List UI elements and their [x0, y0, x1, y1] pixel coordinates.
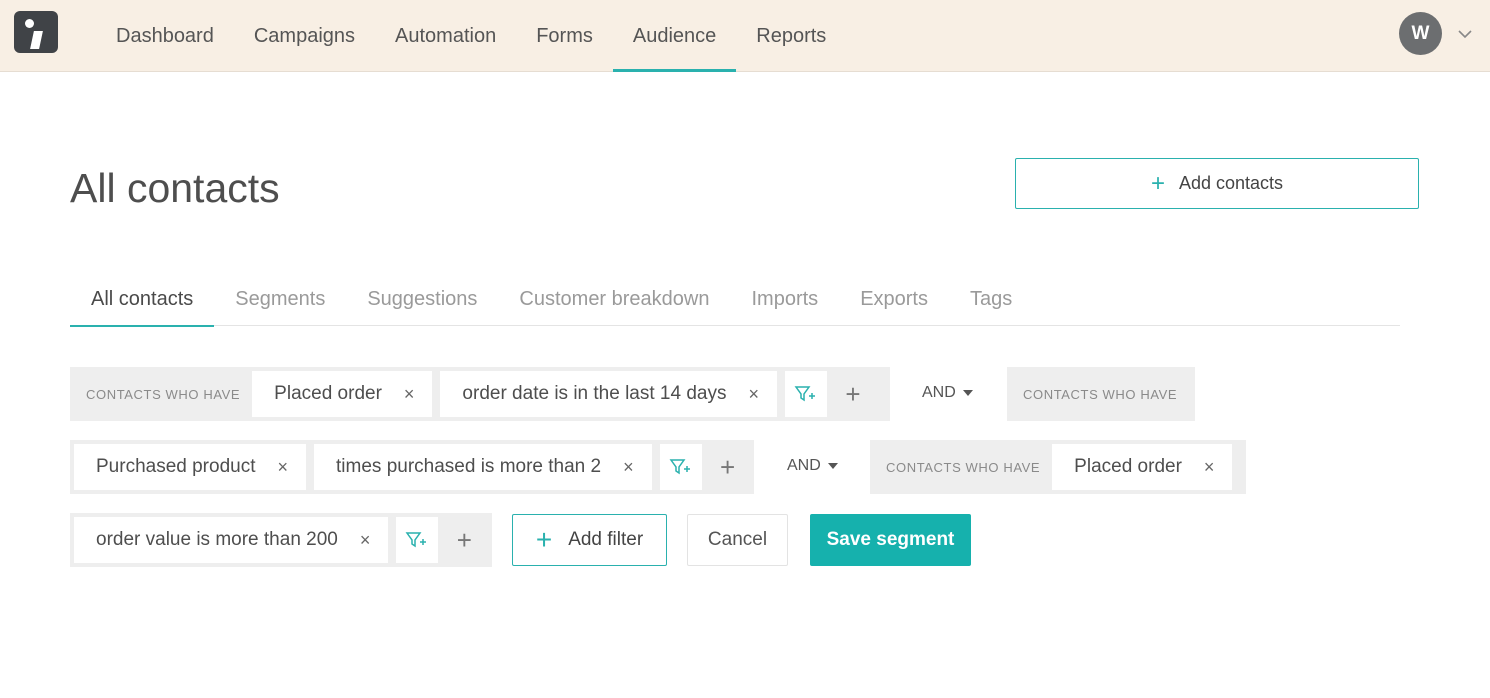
save-segment-button[interactable]: Save segment	[810, 514, 971, 566]
add-filter-button[interactable]: + Add filter	[512, 514, 667, 566]
app-logo-icon[interactable]	[14, 11, 58, 53]
chip-label: Purchased product	[96, 456, 256, 477]
close-icon[interactable]: ×	[748, 384, 759, 405]
chip-label: order value is more than 200	[96, 529, 338, 550]
add-contacts-label: Add contacts	[1178, 173, 1284, 193]
nav-item-campaigns[interactable]: Campaigns	[234, 0, 375, 72]
add-condition-filter-icon[interactable]	[659, 444, 702, 490]
filter-group-1: CONTACTS WHO HAVE Placed order × order d…	[70, 367, 890, 421]
tab-all-contacts[interactable]: All contacts	[70, 272, 215, 327]
filter-group-3: order value is more than 200 × +	[70, 513, 492, 567]
add-condition-filter-icon[interactable]	[396, 517, 439, 563]
top-navigation-bar: Dashboard Campaigns Automation Forms Aud…	[0, 0, 1490, 72]
tab-customer-breakdown[interactable]: Customer breakdown	[498, 272, 730, 326]
operator-label: AND	[787, 457, 821, 474]
caret-down-icon	[962, 390, 973, 396]
operator-dropdown[interactable]: AND	[787, 457, 838, 475]
plus-icon: +	[535, 524, 553, 555]
filter-group-3-header: CONTACTS WHO HAVE Placed order ×	[870, 440, 1246, 494]
cancel-button[interactable]: Cancel	[687, 514, 788, 566]
close-icon[interactable]: ×	[278, 457, 289, 478]
plus-icon: +	[1150, 169, 1165, 197]
close-icon[interactable]: ×	[404, 384, 415, 405]
add-condition-filter-icon[interactable]	[784, 371, 827, 417]
filter-event-chip[interactable]: Purchased product ×	[74, 444, 307, 490]
tab-imports[interactable]: Imports	[731, 272, 840, 326]
group-label: CONTACTS WHO HAVE	[886, 459, 1041, 475]
main-nav: Dashboard Campaigns Automation Forms Aud…	[96, 0, 846, 72]
filter-condition-chip[interactable]: order value is more than 200 ×	[74, 517, 389, 563]
tab-exports[interactable]: Exports	[839, 272, 949, 326]
chevron-down-icon[interactable]	[1456, 28, 1474, 40]
filter-condition-chip[interactable]: times purchased is more than 2 ×	[314, 444, 652, 490]
nav-item-forms[interactable]: Forms	[516, 0, 613, 72]
filter-event-chip[interactable]: Placed order ×	[252, 371, 433, 417]
caret-down-icon	[827, 463, 838, 469]
filter-event-chip[interactable]: Placed order ×	[1052, 444, 1233, 490]
nav-item-reports[interactable]: Reports	[736, 0, 846, 72]
filter-group-2: Purchased product × times purchased is m…	[70, 440, 754, 494]
nav-item-audience[interactable]: Audience	[612, 0, 737, 72]
add-filter-plus-icon[interactable]: +	[706, 444, 750, 490]
add-filter-label: Add filter	[568, 529, 644, 550]
user-avatar[interactable]: W	[1399, 12, 1442, 55]
audience-tabs: All contacts Segments Suggestions Custom…	[70, 272, 1400, 327]
chip-label: times purchased is more than 2	[336, 456, 602, 477]
add-contacts-button[interactable]: + Add contacts	[1015, 158, 1419, 209]
close-icon[interactable]: ×	[1204, 457, 1215, 478]
nav-item-dashboard[interactable]: Dashboard	[96, 0, 234, 72]
tab-segments[interactable]: Segments	[214, 272, 346, 326]
close-icon[interactable]: ×	[623, 457, 634, 478]
group-label: CONTACTS WHO HAVE	[86, 386, 241, 402]
filter-group-2-header: CONTACTS WHO HAVE	[1007, 367, 1195, 421]
chip-label: Placed order	[274, 383, 382, 404]
page-title: All contacts	[70, 165, 280, 211]
add-filter-plus-icon[interactable]: +	[442, 517, 486, 563]
chip-label: Placed order	[1074, 456, 1182, 477]
operator-dropdown[interactable]: AND	[922, 384, 973, 402]
tab-suggestions[interactable]: Suggestions	[346, 272, 498, 326]
add-filter-plus-icon[interactable]: +	[831, 371, 875, 417]
close-icon[interactable]: ×	[360, 530, 371, 551]
group-label: CONTACTS WHO HAVE	[1023, 386, 1178, 402]
tab-tags[interactable]: Tags	[949, 272, 1033, 326]
operator-label: AND	[922, 384, 956, 401]
nav-item-automation[interactable]: Automation	[375, 0, 516, 72]
filter-condition-chip[interactable]: order date is in the last 14 days ×	[440, 371, 777, 417]
chip-label: order date is in the last 14 days	[462, 383, 727, 404]
